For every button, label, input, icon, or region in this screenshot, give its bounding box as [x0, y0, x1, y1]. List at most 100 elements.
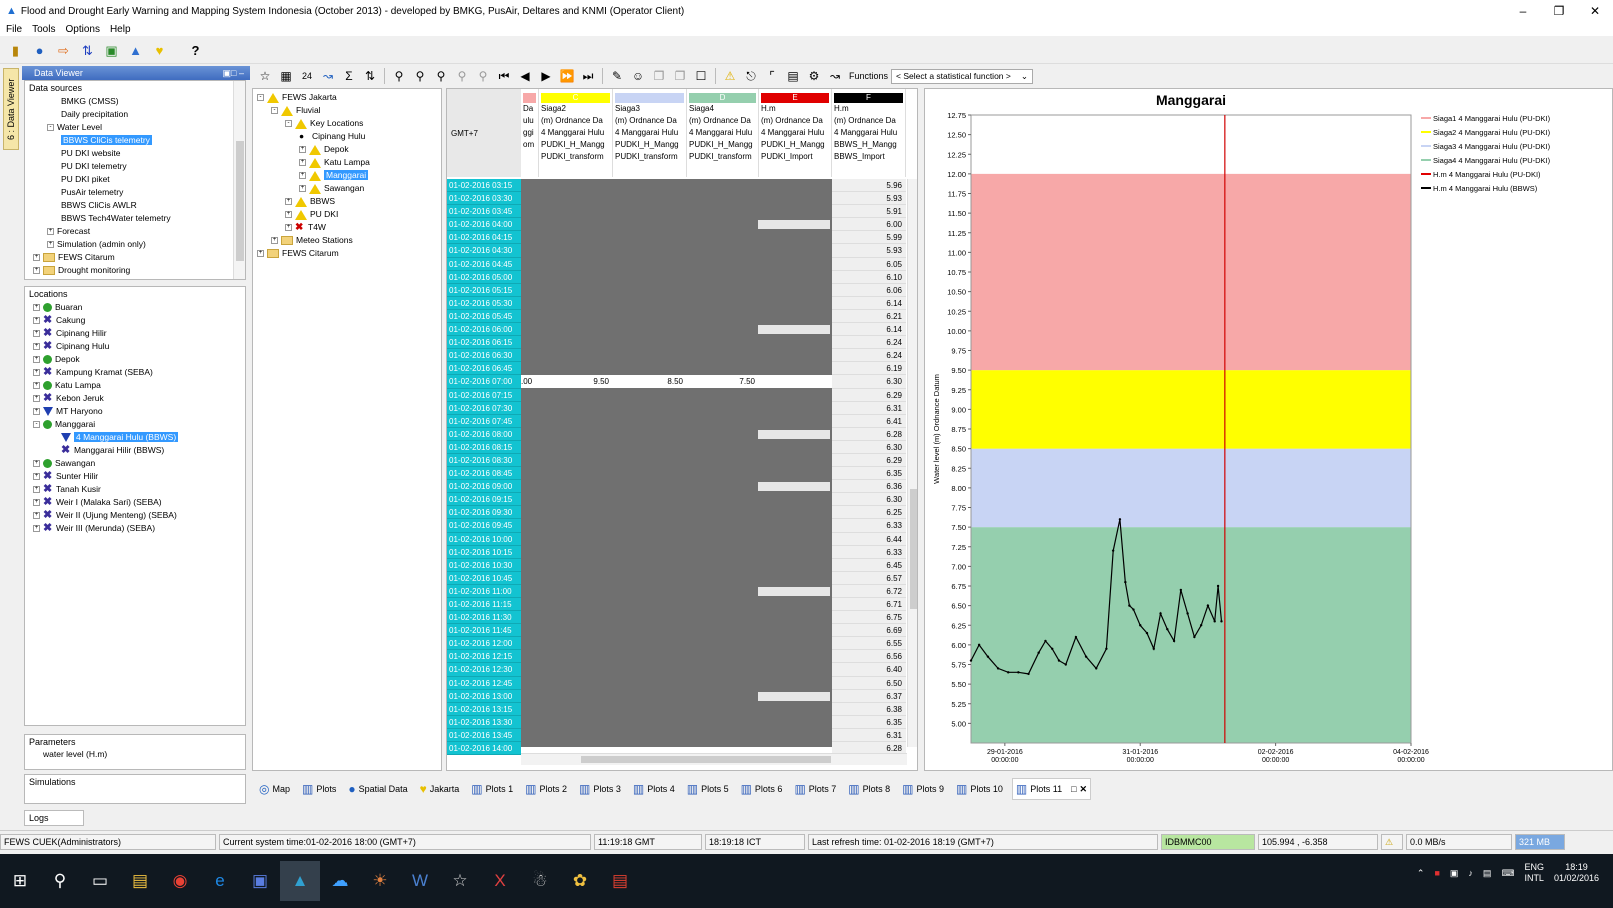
datetime-cell[interactable]: 01-02-2016 05:15	[447, 283, 521, 297]
expand-icon[interactable]: -	[47, 124, 54, 132]
expand-icon[interactable]: +	[33, 356, 40, 364]
expand-icon[interactable]: +	[33, 317, 40, 325]
pdf-icon[interactable]: ▤	[600, 861, 640, 901]
datetime-cell[interactable]: 01-02-2016 08:00	[447, 427, 521, 441]
warning-icon[interactable]: ⚠	[721, 67, 739, 85]
expand-icon[interactable]: +	[299, 146, 306, 154]
datetime-cell[interactable]: 01-02-2016 09:45	[447, 519, 521, 533]
data-source-item[interactable]: PU DKI telemetry	[29, 160, 245, 173]
value-cell[interactable]: 6.75	[832, 611, 906, 625]
status-warning-icon[interactable]: ⚠	[1381, 833, 1403, 850]
paint-icon[interactable]: ✿	[560, 861, 600, 901]
expand-icon[interactable]: +	[33, 267, 40, 275]
datetime-cell[interactable]: 01-02-2016 03:30	[447, 192, 521, 206]
value-cell[interactable]: 6.33	[832, 519, 906, 533]
datetime-cell[interactable]: 01-02-2016 09:30	[447, 506, 521, 520]
expand-icon[interactable]: +	[33, 330, 40, 338]
expand-icon[interactable]: +	[285, 198, 292, 206]
expand-icon[interactable]: +	[33, 486, 40, 494]
start-icon[interactable]: ⊞	[0, 861, 40, 901]
image-app-icon[interactable]: ☁	[320, 861, 360, 901]
fews-tree-item[interactable]: - Key Locations	[257, 117, 437, 130]
datetime-cell[interactable]: 01-02-2016 06:30	[447, 349, 521, 363]
datetime-cell[interactable]: 01-02-2016 11:15	[447, 598, 521, 612]
tab-plots-1[interactable]: ▥ Plots 1	[468, 778, 516, 800]
expand-icon[interactable]: +	[33, 254, 40, 262]
expand-icon[interactable]: +	[33, 512, 40, 520]
value-cell[interactable]: 6.30	[832, 440, 906, 454]
tab-plots-11[interactable]: ▥ Plots 11 □ ✕	[1011, 778, 1092, 800]
location-item[interactable]: + ✖ Cipinang Hilir	[29, 327, 245, 340]
expand-icon[interactable]: +	[33, 369, 40, 377]
language-indicator[interactable]: ENG INTL	[1524, 862, 1544, 884]
data-source-item[interactable]: PU DKI piket	[29, 173, 245, 186]
expand-icon[interactable]: +	[33, 343, 40, 351]
datetime-cell[interactable]: 01-02-2016 09:15	[447, 493, 521, 507]
last-icon[interactable]: ⏭	[579, 67, 597, 85]
location-item[interactable]: + Buaran	[29, 301, 245, 314]
datetime-cell[interactable]: 01-02-2016 13:45	[447, 728, 521, 743]
filter-icon[interactable]: ⚙	[805, 67, 823, 85]
expand-icon[interactable]: +	[33, 395, 40, 403]
notification-icon[interactable]: ▤	[1483, 868, 1492, 879]
datetime-cell[interactable]: 01-02-2016 11:00	[447, 584, 521, 598]
value-cell[interactable]: 6.55	[832, 637, 906, 651]
value-cell[interactable]: 6.29	[832, 388, 906, 402]
threshold-value-cell[interactable]: 8.50	[613, 375, 687, 388]
fews-tree-item[interactable]: + PU DKI	[257, 208, 437, 221]
data-sources-scrollbar[interactable]	[233, 81, 245, 279]
search-icon[interactable]: ⚲	[40, 861, 80, 901]
file-explorer-icon[interactable]: ▤	[120, 861, 160, 901]
datetime-cell[interactable]: 01-02-2016 06:15	[447, 336, 521, 350]
value-cell[interactable]: 6.37	[832, 689, 906, 703]
datetime-cell[interactable]: 01-02-2016 04:45	[447, 257, 521, 271]
location-item[interactable]: + ✖ Cipinang Hulu	[29, 340, 245, 353]
column-header[interactable]: D Siaga4 (m) Ordnance Da 4 Manggarai Hulu PU…	[687, 89, 759, 177]
minimize-button[interactable]: –	[1505, 4, 1541, 18]
trend-icon[interactable]: ↝	[826, 67, 844, 85]
datetime-cell[interactable]: 01-02-2016 10:00	[447, 532, 521, 546]
copy-icon[interactable]: ❐	[650, 67, 668, 85]
location-item[interactable]: + ✖ Tanah Kusir	[29, 483, 245, 496]
fews-tree-item[interactable]: + ✖ T4W	[257, 221, 437, 234]
lock-icon[interactable]: ☐	[692, 67, 710, 85]
datetime-cell[interactable]: 01-02-2016 06:00	[447, 323, 521, 337]
chrome-icon[interactable]: ◉	[160, 861, 200, 901]
datetime-cell[interactable]: 01-02-2016 11:45	[447, 624, 521, 638]
sync-icon[interactable]: ⇅	[78, 41, 97, 60]
save-icon[interactable]: ▣	[240, 861, 280, 901]
expand-icon[interactable]: +	[285, 224, 292, 232]
expand-icon[interactable]: +	[285, 211, 292, 219]
value-cell[interactable]: 6.56	[832, 650, 906, 664]
fews-tree-item[interactable]: + FEWS Citarum	[257, 247, 437, 260]
fews-tree-item[interactable]: + Katu Lampa	[257, 156, 437, 169]
maximize-button[interactable]: ❐	[1541, 4, 1577, 18]
expand-icon[interactable]: +	[33, 382, 40, 390]
water-level-chart[interactable]: Manggarai 5.00 5.25 5.50 5.75 6.00 6.25 6.50 6.7…	[925, 89, 1612, 770]
value-cell[interactable]: 5.91	[832, 205, 906, 219]
datetime-cell[interactable]: 01-02-2016 12:45	[447, 676, 521, 690]
expand-icon[interactable]: +	[33, 473, 40, 481]
tab-plots-8[interactable]: ▥ Plots 8	[845, 778, 893, 800]
expand-icon[interactable]: +	[299, 159, 306, 167]
sum-icon[interactable]: Σ	[340, 67, 358, 85]
value-cell[interactable]: 6.40	[832, 663, 906, 677]
word-icon[interactable]: W	[400, 861, 440, 901]
value-cell[interactable]: 6.31	[832, 728, 906, 743]
datetime-cell[interactable]: 01-02-2016 12:30	[447, 663, 521, 677]
expand-icon[interactable]: +	[47, 241, 54, 249]
zoom-in-icon[interactable]: ⚲	[390, 67, 408, 85]
value-cell[interactable]: 6.05	[832, 257, 906, 271]
datetime-cell[interactable]: 01-02-2016 11:30	[447, 611, 521, 625]
fews-tree-item[interactable]: + Manggarai	[257, 169, 437, 182]
antivirus-icon[interactable]: ■	[1434, 868, 1439, 878]
tab-plots-4[interactable]: ▥ Plots 4	[630, 778, 678, 800]
datetime-cell[interactable]: 01-02-2016 08:15	[447, 440, 521, 454]
value-cell[interactable]: 5.93	[832, 192, 906, 206]
data-source-item[interactable]: BBWS Tech4Water telemetry	[29, 212, 245, 225]
expand-icon[interactable]: -	[271, 107, 278, 115]
fews-tree-item[interactable]: + Depok	[257, 143, 437, 156]
table-horizontal-scrollbar[interactable]	[521, 753, 907, 765]
location-item[interactable]: + ✖ Kebon Jeruk	[29, 392, 245, 405]
datetime-cell[interactable]: 01-02-2016 07:15	[447, 388, 521, 402]
